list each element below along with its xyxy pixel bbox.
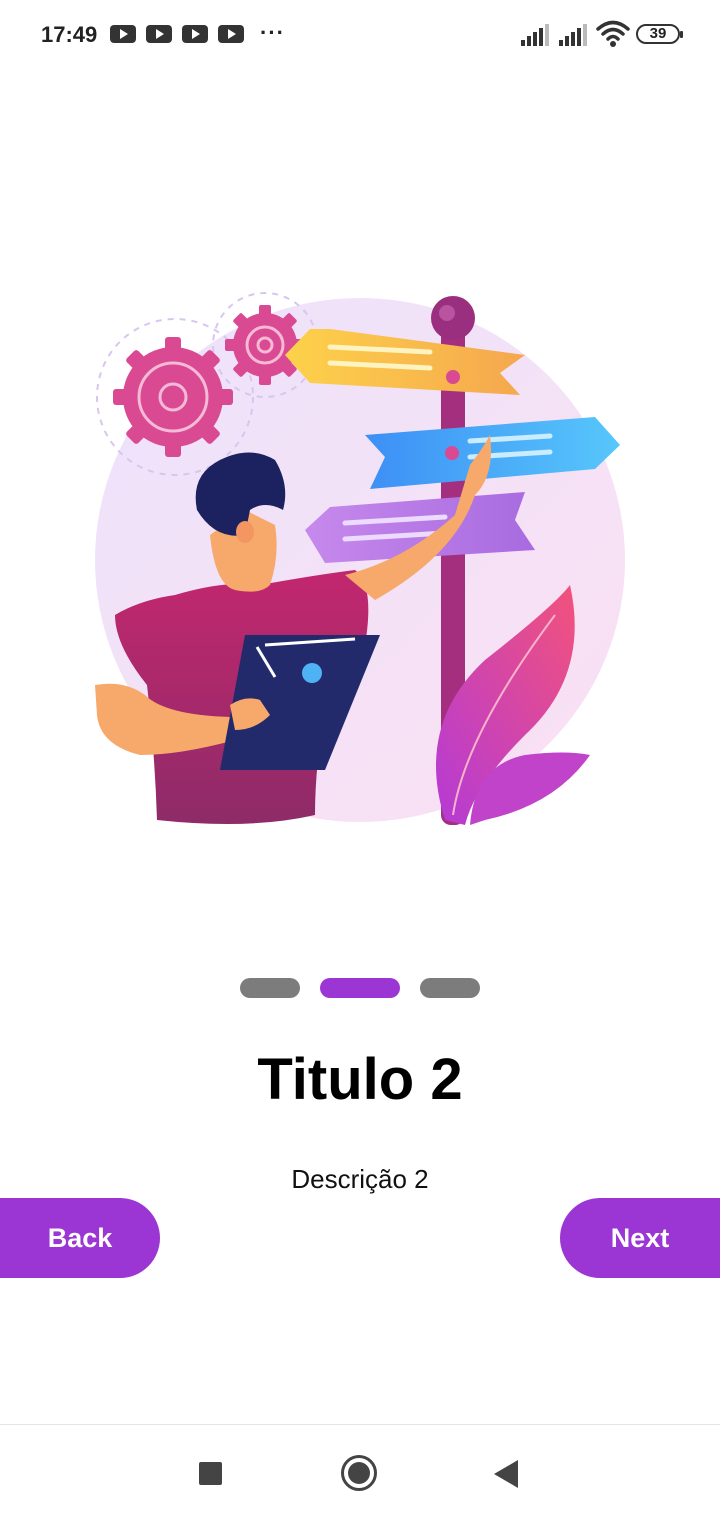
battery-icon: 39	[636, 24, 683, 44]
status-time: 17:49	[41, 22, 98, 47]
signpost-illustration	[95, 292, 625, 825]
recents-square-icon[interactable]	[199, 1462, 222, 1485]
back-button[interactable]: Back	[0, 1198, 160, 1278]
youtube-icon	[146, 25, 172, 43]
youtube-icon	[218, 25, 244, 43]
back-triangle-icon[interactable]	[494, 1460, 518, 1488]
home-circle-icon[interactable]	[341, 1455, 377, 1491]
page-description: Descrição 2	[291, 1164, 429, 1194]
page-dot-3[interactable]	[420, 978, 480, 998]
more-notifications-icon: ···	[260, 20, 285, 45]
youtube-icon	[182, 25, 208, 43]
page-title: Titulo 2	[257, 1047, 463, 1112]
page-indicator	[0, 978, 720, 1000]
next-button[interactable]: Next	[560, 1198, 720, 1278]
system-navigation-bar	[0, 1424, 720, 1521]
signal-icon	[521, 24, 549, 46]
page-dot-2-active[interactable]	[320, 978, 400, 998]
youtube-icon	[110, 25, 136, 43]
wifi-icon	[596, 20, 630, 47]
status-bar: 17:49 ··· 39	[0, 0, 720, 70]
signal-icon	[559, 24, 587, 46]
page-dot-1[interactable]	[240, 978, 300, 998]
